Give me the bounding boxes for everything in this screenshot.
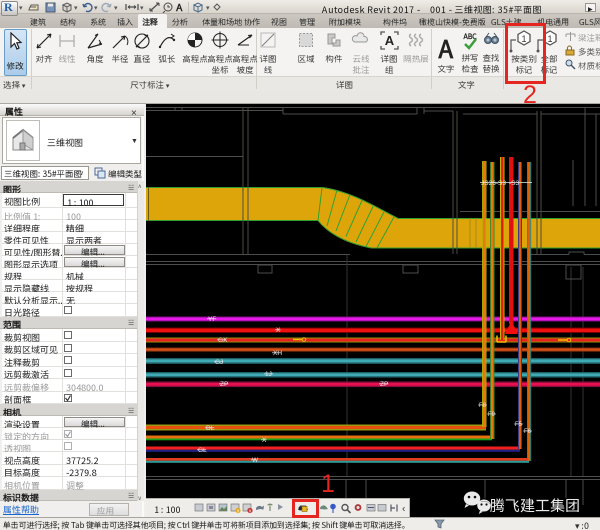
svg-text:X: X (262, 437, 267, 444)
svg-text:ZP: ZP (380, 381, 388, 388)
svg-text:1J: 1J (265, 371, 272, 378)
svg-text:GL: GL (198, 447, 207, 454)
svg-text:ZP: ZP (220, 381, 228, 388)
svg-text:F5: F5 (515, 422, 523, 428)
svg-text:A: A (385, 33, 395, 48)
svg-text:1: 1 (547, 34, 552, 44)
svg-text:YF: YF (208, 316, 216, 323)
svg-text:F9: F9 (488, 412, 496, 418)
svg-text:GX: GX (218, 337, 228, 344)
svg-text:-S3: -S3 (509, 180, 520, 187)
svg-text:DL: DL (206, 425, 215, 432)
svg-text:▾: ▾ (140, 3, 144, 13)
svg-text:W: W (252, 457, 259, 464)
svg-text:腾飞建工集团: 腾飞建工集团 (490, 495, 580, 516)
svg-text:‹: ‹ (402, 504, 405, 515)
svg-text:▾: ▾ (114, 3, 118, 13)
svg-text:F6: F6 (524, 429, 532, 435)
svg-text:JS26-S3: JS26-S3 (481, 180, 506, 187)
svg-text:XH: XH (273, 350, 282, 357)
svg-text:F8: F8 (479, 403, 487, 409)
svg-text:▾: ▾ (206, 3, 210, 13)
svg-text:X: X (276, 327, 281, 334)
svg-text:▾: ▾ (94, 3, 98, 13)
svg-text:A: A (175, 1, 183, 14)
svg-text:GJ: GJ (215, 359, 223, 366)
svg-text:▾: ▾ (74, 3, 78, 13)
